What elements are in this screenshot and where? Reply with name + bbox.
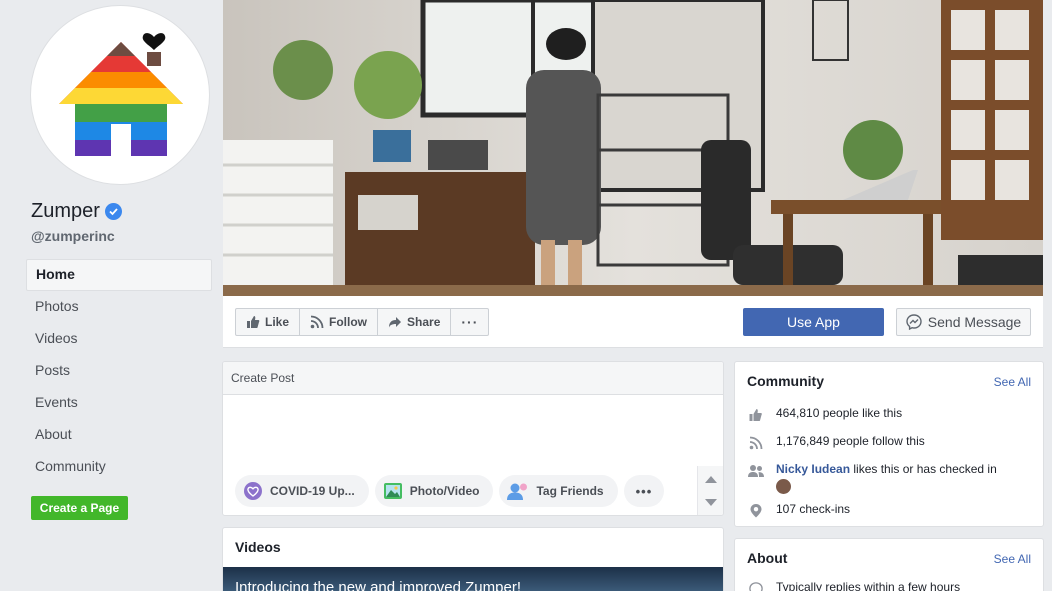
about-replies-row: Typically replies within a few hours: [747, 580, 960, 591]
follows-count-text: 1,176,849 people follow this: [776, 434, 925, 448]
friend-avatar[interactable]: [776, 479, 791, 494]
likes-count-text: 464,810 people like this: [776, 406, 903, 420]
heart-badge-icon: [244, 482, 262, 500]
rss-follow-icon: [747, 434, 764, 451]
video-thumbnail[interactable]: Introducing the new and improved Zumper!: [223, 567, 723, 591]
create-page-button[interactable]: Create a Page: [31, 496, 128, 520]
page-action-buttons: Like Follow Share ···: [235, 308, 490, 336]
community-box: Community See All 464,810 people like th…: [734, 361, 1044, 527]
create-post-header: Create Post: [223, 362, 723, 395]
zumper-house-logo: [59, 33, 183, 156]
create-post-scroller[interactable]: [697, 466, 723, 515]
like-label: Like: [265, 315, 290, 329]
follow-label: Follow: [329, 315, 368, 329]
covid-update-label: COVID-19 Up...: [270, 484, 355, 498]
share-arrow-icon: [389, 317, 402, 328]
friends-icon: [747, 462, 764, 479]
tag-friends-button[interactable]: Tag Friends: [499, 475, 618, 507]
photo-icon: [383, 483, 402, 499]
page-name-text[interactable]: Zumper: [31, 200, 100, 223]
create-post-box: Create Post COVID-19 Up... Photo/Video T…: [222, 361, 724, 516]
scroll-up-icon[interactable]: [705, 476, 717, 483]
nav-item-photos[interactable]: Photos: [26, 291, 212, 323]
community-checkins-row: 107 check-ins: [747, 502, 850, 519]
community-likes-row: 464,810 people like this: [747, 406, 902, 423]
create-post-more-button[interactable]: •••: [623, 475, 665, 507]
messenger-icon: [747, 580, 764, 591]
left-column: Zumper @zumperinc Home Photos Videos Pos…: [0, 0, 222, 591]
more-actions-button[interactable]: ···: [451, 309, 488, 335]
videos-section: Videos Introducing the new and improved …: [222, 527, 724, 591]
page-handle: @zumperinc: [31, 228, 115, 244]
friend-name-link[interactable]: Nicky Iudean: [776, 462, 850, 476]
community-friend-row: Nicky Iudean likes this or has checked i…: [747, 462, 997, 497]
share-label: Share: [407, 315, 441, 329]
send-message-button[interactable]: Send Message: [896, 308, 1031, 336]
checkins-count-text: 107 check-ins: [776, 502, 851, 516]
page-profile-picture[interactable]: [30, 5, 210, 185]
messenger-icon: [906, 314, 922, 330]
friend-activity-label: likes this or has checked in: [850, 462, 997, 476]
thumbs-up-icon: [247, 316, 260, 328]
nav-item-home[interactable]: Home: [26, 259, 212, 291]
about-see-all-link[interactable]: See All: [994, 552, 1031, 566]
more-dots-icon: ···: [461, 314, 479, 330]
use-app-button[interactable]: Use App: [743, 308, 884, 336]
page-action-bar: Like Follow Share ··· Use App Send Messa…: [223, 296, 1043, 348]
like-button[interactable]: Like: [236, 309, 301, 335]
nav-item-posts[interactable]: Posts: [26, 355, 212, 387]
page-nav: Home Photos Videos Posts Events About Co…: [26, 259, 212, 483]
create-post-input[interactable]: [223, 395, 723, 465]
about-box: About See All Typically replies within a…: [734, 538, 1044, 591]
share-button[interactable]: Share: [378, 309, 452, 335]
location-pin-icon: [747, 502, 764, 519]
page-name[interactable]: Zumper: [31, 200, 122, 223]
photo-video-label: Photo/Video: [409, 484, 480, 498]
tag-friends-label: Tag Friends: [536, 484, 604, 498]
thumbs-up-icon: [747, 406, 764, 423]
cover-illustration: [223, 0, 1043, 296]
follow-button[interactable]: Follow: [300, 309, 379, 335]
send-message-label: Send Message: [927, 314, 1022, 330]
cover-photo[interactable]: [223, 0, 1043, 296]
create-post-actions: COVID-19 Up... Photo/Video Tag Friends •…: [235, 475, 665, 507]
rss-follow-icon: [310, 315, 324, 329]
community-see-all-link[interactable]: See All: [994, 375, 1031, 389]
nav-item-events[interactable]: Events: [26, 387, 212, 419]
about-title: About: [747, 550, 788, 566]
videos-title[interactable]: Videos: [223, 528, 723, 566]
more-dots-icon: •••: [635, 483, 653, 499]
nav-item-community[interactable]: Community: [26, 451, 212, 483]
reply-time-text: Typically replies within a few hours: [776, 580, 961, 591]
tag-friends-icon: [507, 483, 528, 500]
community-title: Community: [747, 373, 824, 389]
scroll-down-icon[interactable]: [705, 499, 717, 506]
friend-activity-text: Nicky Iudean likes this or has checked i…: [776, 462, 997, 497]
nav-item-about[interactable]: About: [26, 419, 212, 451]
video-caption: Introducing the new and improved Zumper!: [235, 579, 521, 591]
nav-item-videos[interactable]: Videos: [26, 323, 212, 355]
verified-badge-icon: [104, 203, 122, 220]
community-follows-row: 1,176,849 people follow this: [747, 434, 925, 451]
covid-update-button[interactable]: COVID-19 Up...: [235, 475, 369, 507]
photo-video-button[interactable]: Photo/Video: [374, 475, 494, 507]
